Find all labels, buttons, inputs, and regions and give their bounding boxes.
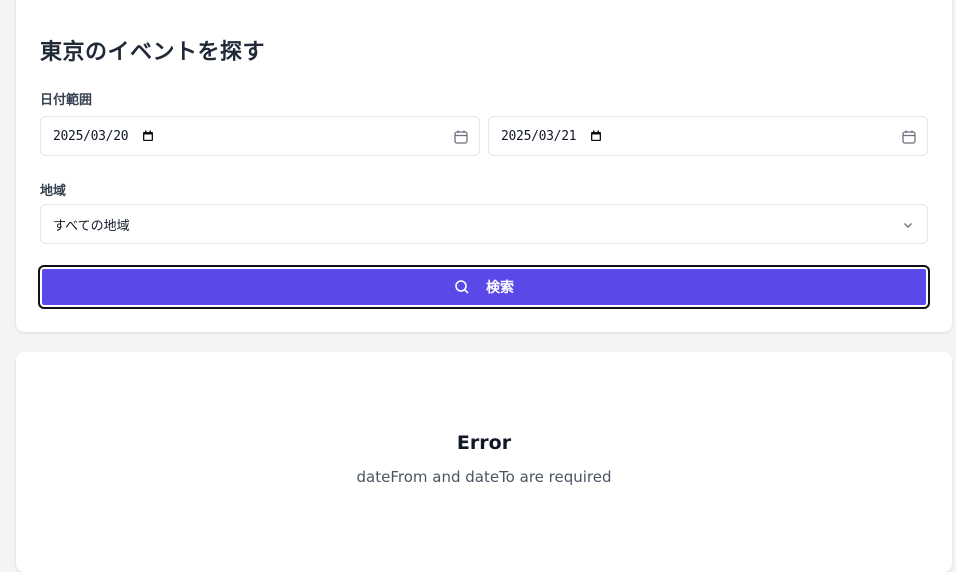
region-selected-value: すべての地域 — [53, 218, 130, 234]
date-range-label: 日付範囲 — [40, 93, 93, 108]
error-title: Error — [456, 432, 512, 454]
search-icon — [455, 280, 469, 294]
date-to-value: 2025/03/21 — [501, 128, 577, 144]
calendar-picker-icon[interactable] — [142, 130, 154, 142]
error-card: Error dateFrom and dateTo are required — [16, 352, 952, 572]
page-title: 東京のイベントを探す — [40, 40, 266, 65]
date-from-input[interactable]: 2025/03/20 — [40, 116, 480, 156]
search-card: 東京のイベントを探す 日付範囲 2025/03/20 2025/03/21 地域… — [16, 0, 952, 332]
calendar-icon — [454, 130, 468, 144]
calendar-icon — [902, 130, 916, 144]
date-from-value: 2025/03/20 — [53, 128, 129, 144]
date-to-input[interactable]: 2025/03/21 — [488, 116, 928, 156]
error-message: dateFrom and dateTo are required — [356, 468, 612, 486]
search-button-label: 検索 — [486, 279, 514, 295]
search-button[interactable]: 検索 — [38, 265, 930, 309]
region-select[interactable]: すべての地域 — [40, 204, 928, 244]
calendar-picker-icon[interactable] — [590, 130, 602, 142]
chevron-down-icon — [904, 223, 912, 228]
region-label: 地域 — [40, 184, 67, 199]
